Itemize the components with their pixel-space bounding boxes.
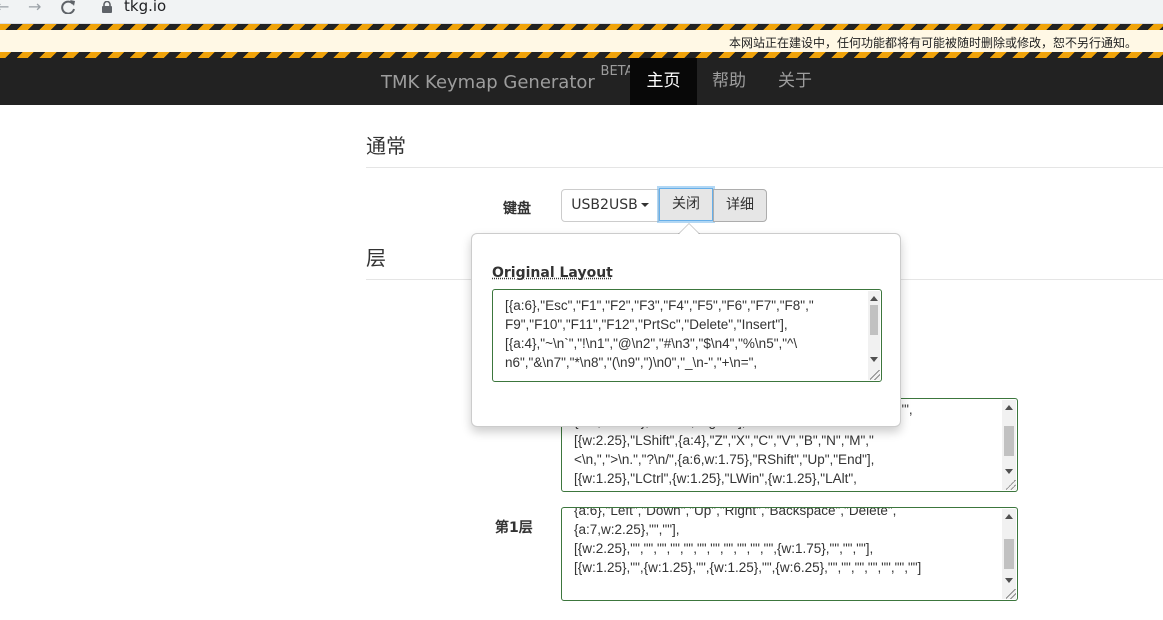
resize-grip-icon[interactable] bbox=[1006, 589, 1016, 599]
original-layout-popover: Original Layout [{a:6},"Esc","F1","F2","… bbox=[471, 223, 901, 427]
reload-icon[interactable] bbox=[61, 0, 77, 14]
brand[interactable]: TMK Keymap Generator BETA bbox=[381, 64, 634, 93]
code-line: [{a:4},"~\n`","!\n1","@\n2","#\n3","$\n4… bbox=[505, 336, 798, 351]
scrollbar[interactable] bbox=[1002, 400, 1016, 490]
code-line: {a:6},"Left","Down","Up","Right","Backsp… bbox=[574, 507, 897, 518]
popover-arrow bbox=[678, 223, 700, 234]
hazard-stripe bbox=[0, 24, 1163, 30]
nav-help[interactable]: 帮助 bbox=[697, 58, 761, 105]
scroll-thumb[interactable] bbox=[870, 305, 878, 335]
scrollbar[interactable] bbox=[1002, 509, 1016, 599]
code-line: [{w:2.25},"LShift",{a:4},"Z","X","C","V"… bbox=[574, 433, 874, 448]
code-line: [{a:6},"Esc","F1","F2","F3","F4","F5","F… bbox=[505, 298, 814, 313]
scroll-up-icon[interactable] bbox=[1005, 514, 1013, 519]
lock-icon bbox=[102, 1, 112, 13]
layer1-label: 第1层 bbox=[495, 520, 533, 536]
scrollbar[interactable] bbox=[868, 291, 880, 380]
caret-down-icon bbox=[640, 203, 649, 207]
brand-text: TMK Keymap Generator bbox=[381, 72, 595, 93]
beta-tag: BETA bbox=[600, 64, 634, 79]
code-line: F9","F10","F11","F12","PrtSc","Delete","… bbox=[505, 317, 788, 332]
resize-grip-icon[interactable] bbox=[1006, 480, 1016, 490]
scroll-down-icon[interactable] bbox=[1005, 469, 1013, 474]
construction-banner: 本网站正在建设中，任何功能都将有可能被随时删除或修改，恕不另行通知。 bbox=[0, 24, 1163, 58]
details-button[interactable]: 详细 bbox=[713, 189, 767, 222]
construction-notice: 本网站正在建设中，任何功能都将有可能被随时删除或修改，恕不另行通知。 bbox=[728, 36, 1137, 50]
code-line: <\n,",">\n.","?\n/",{a:6,w:1.75},"RShift… bbox=[574, 452, 875, 467]
original-layout-textarea[interactable]: [{a:6},"Esc","F1","F2","F3","F4","F5","F… bbox=[492, 289, 882, 382]
code-line: [{w:1.25},"",{w:1.25},"",{w:1.25},"",{w:… bbox=[574, 560, 922, 575]
keyboard-select-value: USB2USB bbox=[571, 197, 638, 213]
code-line: n6","&\n7","*\n8","(\n9",")\n0","_\n-","… bbox=[505, 355, 758, 370]
back-icon[interactable]: ← bbox=[0, 0, 9, 15]
code-line: [{w:2.25},"","","","","","","","","","",… bbox=[574, 541, 874, 556]
layer1-textarea[interactable]: {a:6},"Left","Down","Up","Right","Backsp… bbox=[561, 507, 1018, 601]
forward-icon[interactable]: → bbox=[28, 0, 41, 15]
nav-about[interactable]: 关于 bbox=[761, 58, 829, 105]
nav-home[interactable]: 主页 bbox=[630, 58, 697, 105]
divider bbox=[366, 167, 1163, 168]
scroll-down-icon[interactable] bbox=[1005, 578, 1013, 583]
code-line: [{w:1.25},"LCtrl",{w:1.25},"LWin",{w:1.2… bbox=[574, 471, 857, 486]
browser-toolbar: ← → tkg.io bbox=[0, 0, 1163, 24]
close-button[interactable]: 关闭 bbox=[659, 188, 713, 221]
keyboard-select[interactable]: USB2USB bbox=[561, 189, 659, 222]
code-line: {a:7,w:2.25},"",""], bbox=[574, 522, 680, 537]
scroll-up-icon[interactable] bbox=[870, 296, 878, 301]
address-bar[interactable]: tkg.io bbox=[124, 0, 166, 15]
scroll-thumb[interactable] bbox=[1004, 426, 1014, 456]
scroll-thumb[interactable] bbox=[1004, 539, 1014, 569]
popover-title: Original Layout bbox=[492, 265, 613, 281]
scroll-up-icon[interactable] bbox=[1005, 405, 1013, 410]
navbar: TMK Keymap Generator BETA 主页 帮助 关于 bbox=[0, 58, 1163, 105]
section-layers-title: 层 bbox=[366, 246, 386, 270]
section-general-title: 通常 bbox=[366, 134, 406, 158]
keyboard-label: 键盘 bbox=[503, 201, 531, 217]
resize-grip-icon[interactable] bbox=[870, 370, 880, 380]
scroll-down-icon[interactable] bbox=[870, 357, 878, 362]
